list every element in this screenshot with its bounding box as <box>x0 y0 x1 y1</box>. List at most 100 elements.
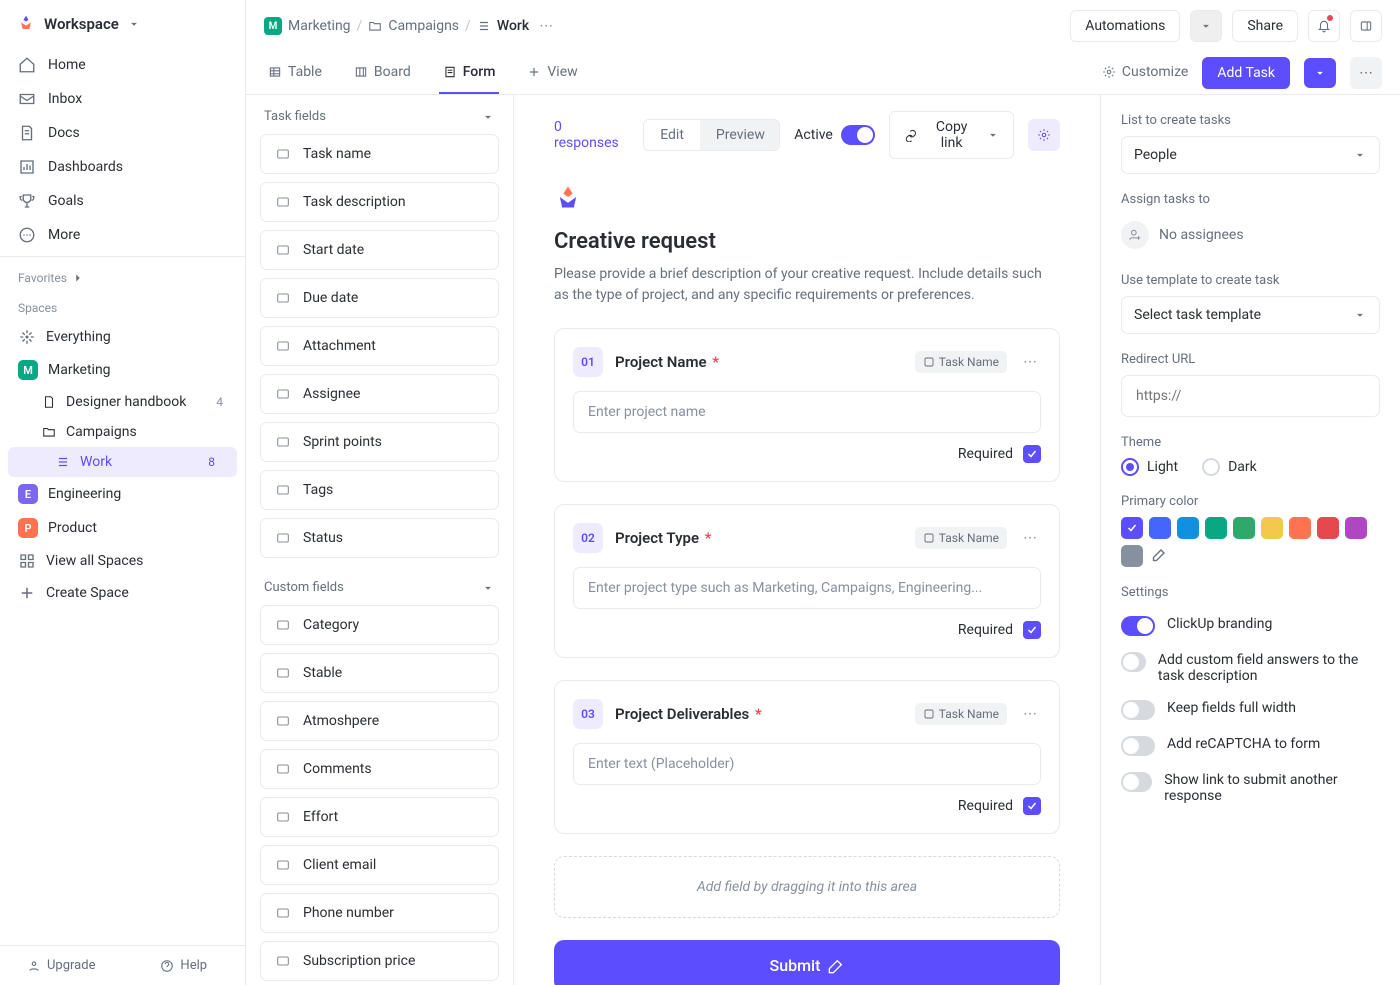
upgrade-button[interactable]: Upgrade <box>0 946 123 985</box>
color-swatch[interactable] <box>1177 517 1199 539</box>
required-checkbox[interactable] <box>1023 621 1041 639</box>
color-swatch[interactable] <box>1289 517 1311 539</box>
customize-button[interactable]: Customize <box>1102 56 1188 90</box>
crumb-folder[interactable]: Campaigns <box>388 18 459 34</box>
custom-field-item[interactable]: Phone number <box>260 893 499 933</box>
breadcrumb-more[interactable]: ⋯ <box>535 14 557 38</box>
space-product[interactable]: PProduct <box>0 511 245 545</box>
tree-campaigns[interactable]: Campaigns <box>0 417 245 447</box>
task-field-item[interactable]: Sprint points <box>260 422 499 462</box>
required-checkbox[interactable] <box>1023 797 1041 815</box>
custom-field-item[interactable]: Category <box>260 605 499 645</box>
form-field-card[interactable]: 02 Project Type * Task Name ⋯ Enter proj… <box>554 504 1060 658</box>
nav-docs[interactable]: Docs <box>0 116 245 150</box>
form-field-card[interactable]: 01 Project Name * Task Name ⋯ Enter proj… <box>554 328 1060 482</box>
form-field-card[interactable]: 03 Project Deliverables * Task Name ⋯ En… <box>554 680 1060 834</box>
setting-show-link[interactable]: Show link to submit another response <box>1121 764 1380 812</box>
task-field-item[interactable]: Task name <box>260 134 499 174</box>
tab-form[interactable]: Form <box>439 52 500 94</box>
copy-link-button[interactable]: Copy link <box>889 111 1015 159</box>
task-field-item[interactable]: Tags <box>260 470 499 510</box>
field-type-pill[interactable]: Task Name <box>915 527 1007 549</box>
task-field-item[interactable]: Assignee <box>260 374 499 414</box>
setting-recaptcha[interactable]: Add reCAPTCHA to form <box>1121 728 1380 764</box>
workspace-switcher[interactable]: Workspace <box>0 0 245 48</box>
color-swatch[interactable] <box>1149 517 1171 539</box>
color-swatch[interactable] <box>1261 517 1283 539</box>
panel-button[interactable] <box>1350 10 1382 42</box>
responses-count[interactable]: 0 responses <box>554 119 629 151</box>
notifications-button[interactable] <box>1308 10 1340 42</box>
list-select[interactable]: People <box>1121 136 1380 174</box>
field-input[interactable]: Enter project name <box>573 391 1041 433</box>
create-space[interactable]: Create Space <box>0 577 245 609</box>
color-swatch[interactable] <box>1121 517 1143 539</box>
form-title[interactable]: Creative request <box>554 229 1060 254</box>
share-button[interactable]: Share <box>1232 10 1298 42</box>
nav-dashboards[interactable]: Dashboards <box>0 150 245 184</box>
custom-field-item[interactable]: Stable <box>260 653 499 693</box>
field-more-button[interactable]: ⋯ <box>1019 350 1041 374</box>
assignee-picker[interactable]: No assignees <box>1121 215 1380 255</box>
space-everything[interactable]: Everything <box>0 321 245 353</box>
field-more-button[interactable]: ⋯ <box>1019 526 1041 550</box>
template-select[interactable]: Select task template <box>1121 296 1380 334</box>
custom-field-item[interactable]: Subscription price <box>260 941 499 981</box>
setting-custom-field[interactable]: Add custom field answers to the task des… <box>1121 644 1380 692</box>
tree-work[interactable]: Work8 <box>8 447 237 477</box>
toggle-on[interactable] <box>1121 616 1155 636</box>
crumb-space[interactable]: Marketing <box>288 18 351 34</box>
tab-add-view[interactable]: View <box>523 52 581 94</box>
field-type-pill[interactable]: Task Name <box>915 703 1007 725</box>
drop-zone[interactable]: Add field by dragging it into this area <box>554 856 1060 918</box>
submit-button[interactable]: Submit <box>554 940 1060 985</box>
automations-dropdown[interactable] <box>1190 10 1222 42</box>
field-type-pill[interactable]: Task Name <box>915 351 1007 373</box>
active-toggle[interactable] <box>841 125 875 145</box>
automations-button[interactable]: Automations <box>1070 10 1180 42</box>
preview-mode-button[interactable]: Preview <box>700 120 780 150</box>
required-checkbox[interactable] <box>1023 445 1041 463</box>
tab-table[interactable]: Table <box>264 52 326 94</box>
nav-inbox[interactable]: Inbox <box>0 82 245 116</box>
help-button[interactable]: Help <box>123 946 246 985</box>
space-marketing[interactable]: MMarketing <box>0 353 245 387</box>
toggle-off[interactable] <box>1121 736 1155 756</box>
eyedropper-icon[interactable] <box>1149 547 1167 565</box>
custom-field-item[interactable]: Atmoshpere <box>260 701 499 741</box>
color-swatch[interactable] <box>1317 517 1339 539</box>
color-swatch[interactable] <box>1233 517 1255 539</box>
task-fields-header[interactable]: Task fields <box>246 95 513 134</box>
space-engineering[interactable]: EEngineering <box>0 477 245 511</box>
toggle-off[interactable] <box>1121 700 1155 720</box>
more-menu-button[interactable]: ⋯ <box>1350 57 1382 89</box>
form-description[interactable]: Please provide a brief description of yo… <box>554 264 1060 306</box>
custom-field-item[interactable]: Comments <box>260 749 499 789</box>
custom-field-item[interactable]: Effort <box>260 797 499 837</box>
setting-full-width[interactable]: Keep fields full width <box>1121 692 1380 728</box>
favorites-section[interactable]: Favorites <box>0 261 245 291</box>
tree-designer-handbook[interactable]: Designer handbook4 <box>0 387 245 417</box>
tab-board[interactable]: Board <box>350 52 415 94</box>
theme-light-radio[interactable]: Light <box>1121 458 1178 476</box>
field-more-button[interactable]: ⋯ <box>1019 702 1041 726</box>
custom-field-item[interactable]: Client email <box>260 845 499 885</box>
view-all-spaces[interactable]: View all Spaces <box>0 545 245 577</box>
nav-more[interactable]: More <box>0 218 245 252</box>
add-task-button[interactable]: Add Task <box>1202 57 1290 89</box>
nav-home[interactable]: Home <box>0 48 245 82</box>
form-settings-button[interactable] <box>1028 119 1060 151</box>
setting-branding[interactable]: ClickUp branding <box>1121 608 1380 644</box>
color-swatch[interactable] <box>1205 517 1227 539</box>
toggle-off[interactable] <box>1121 652 1146 672</box>
task-field-item[interactable]: Attachment <box>260 326 499 366</box>
custom-fields-header[interactable]: Custom fields <box>246 566 513 605</box>
theme-dark-radio[interactable]: Dark <box>1202 458 1257 476</box>
crumb-list[interactable]: Work <box>497 18 529 34</box>
redirect-input[interactable] <box>1121 375 1380 417</box>
field-input[interactable]: Enter project type such as Marketing, Ca… <box>573 567 1041 609</box>
add-task-dropdown[interactable] <box>1304 58 1336 88</box>
field-input[interactable]: Enter text (Placeholder) <box>573 743 1041 785</box>
toggle-off[interactable] <box>1121 772 1152 792</box>
task-field-item[interactable]: Task description <box>260 182 499 222</box>
